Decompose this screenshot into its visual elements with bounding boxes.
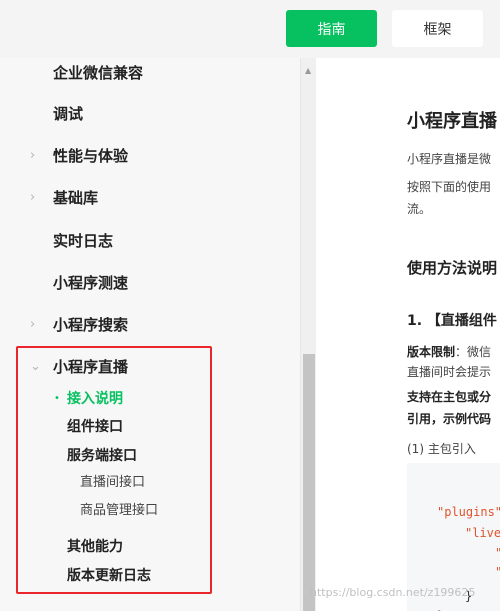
guide-tab-button[interactable]: 指南 [286, 10, 377, 47]
sidebar-item-label: 小程序搜索 [53, 315, 129, 334]
support-text: 支持在主包或分 [407, 390, 492, 404]
sidebar-scrollbar[interactable]: ▲ [300, 58, 316, 611]
code-line: "plugins" [437, 505, 500, 519]
version-limit-text: 直播间时会提示 [407, 365, 492, 379]
framework-tab-button[interactable]: 框架 [392, 10, 483, 47]
page-title: 小程序直播 [407, 111, 497, 132]
sidebar-item-performance[interactable]: › 性能与体验 [0, 140, 300, 170]
version-limit-text: 版本限制：微信 [407, 343, 491, 360]
intro-text: 按照下面的使用 [407, 180, 492, 194]
version-limit-value: ：微信 [455, 345, 492, 359]
sidebar-item-label: 性能与体验 [53, 146, 129, 165]
section-heading: 使用方法说明 [407, 259, 498, 277]
chevron-right-icon: › [30, 147, 36, 163]
sidebar-item-label: 企业微信兼容 [53, 63, 144, 82]
main-content: 小程序直播 小程序直播是微 按照下面的使用 流。 使用方法说明 1. 【直播组件… [316, 58, 500, 611]
scrollbar-thumb[interactable] [303, 354, 315, 611]
main-package-import-label: (1) 主包引入 [407, 442, 476, 456]
sidebar-item-wecom-compat[interactable]: 企业微信兼容 [0, 58, 300, 87]
sidebar-item-label: 小程序测速 [53, 273, 129, 292]
sidebar-nav: 企业微信兼容 调试 › 性能与体验 › 基础库 实时日志 小程序测速 › 小程序… [0, 58, 300, 611]
sidebar-item-realtime-log[interactable]: 实时日志 [0, 225, 300, 255]
sidebar-item-debug[interactable]: 调试 [0, 98, 300, 128]
sidebar-item-label: 调试 [53, 104, 84, 123]
code-line: "live [465, 526, 500, 540]
intro-text: 小程序直播是微 [407, 152, 492, 166]
top-bar: 指南 框架 [0, 0, 500, 58]
sidebar-item-base-library[interactable]: › 基础库 [0, 182, 300, 212]
scroll-up-arrow-icon[interactable]: ▲ [305, 66, 311, 75]
support-text: 引用，示例代码 [407, 412, 492, 426]
code-line: " [495, 565, 500, 579]
intro-text: 流。 [407, 202, 432, 216]
highlight-box [16, 346, 212, 594]
sidebar-item-label: 基础库 [53, 188, 99, 207]
step-heading: 1. 【直播组件 [407, 313, 497, 329]
chevron-right-icon: › [30, 316, 36, 332]
sidebar-item-label: 实时日志 [53, 231, 114, 250]
chevron-right-icon: › [30, 189, 36, 205]
watermark: https://blog.csdn.net/z199625 [310, 586, 476, 599]
version-limit-label: 版本限制 [407, 345, 456, 359]
sidebar-item-speed-test[interactable]: 小程序测速 [0, 267, 300, 297]
sidebar-item-search[interactable]: › 小程序搜索 [0, 309, 300, 339]
code-line: " [495, 546, 500, 560]
